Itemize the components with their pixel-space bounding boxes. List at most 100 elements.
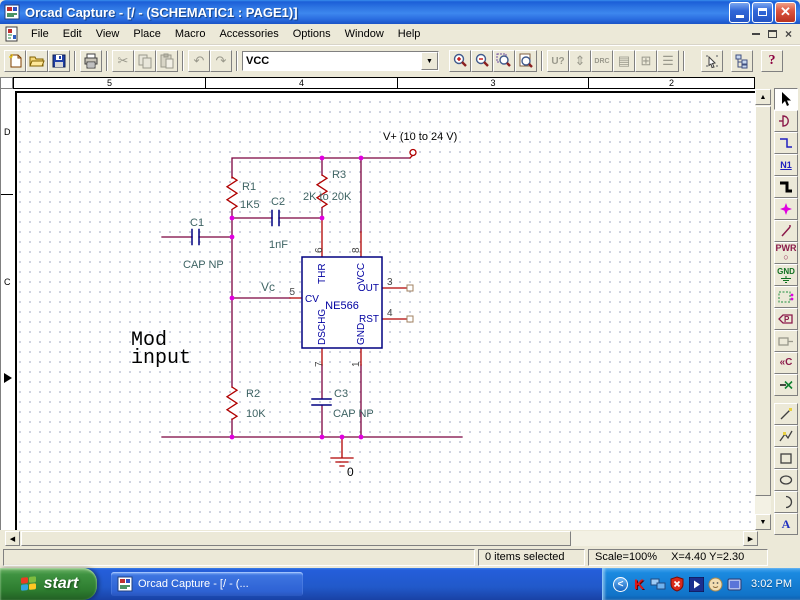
menu-accessories[interactable]: Accessories [212,25,285,43]
help-button[interactable]: ? [761,50,783,72]
place-text-button[interactable]: A [774,513,798,535]
place-hierarchical-pin-button[interactable] [774,330,798,352]
menu-view[interactable]: View [89,25,127,43]
undo-button[interactable]: ↶ [188,50,210,72]
place-hierarchical-block-button[interactable] [774,286,798,308]
place-wire-button[interactable] [774,132,798,154]
place-bus-icon [780,181,792,193]
annotate-icon: U? [551,55,565,67]
pin-number-8: 8 [351,247,362,253]
bill-of-materials-button[interactable]: ☰ [657,50,679,72]
project-manager-button[interactable] [731,50,753,72]
annotate-button[interactable]: U? [547,50,569,72]
place-arc-button[interactable] [774,491,798,513]
kaspersky-tray-icon[interactable]: K [631,576,647,592]
scroll-up-button[interactable]: ▲ [755,89,771,105]
zoom-area-button[interactable] [493,50,515,72]
menu-macro[interactable]: Macro [168,25,213,43]
combo-dropdown-arrow[interactable]: ▼ [421,52,438,70]
place-net-alias-button[interactable]: N1 [774,154,798,176]
document-icon[interactable] [4,26,20,42]
part-search-combo[interactable]: ▼ [242,51,439,71]
place-power-button[interactable]: PWR ○ [774,242,798,264]
scroll-left-button[interactable]: ◀ [5,531,20,546]
r1-ref: R1 [242,181,256,193]
c2-value: 1nF [269,239,288,251]
unconnected-pin-terminals [406,284,414,323]
horizontal-scroll-thumb[interactable] [21,531,571,546]
part-search-input[interactable] [243,52,421,70]
copy-button[interactable] [134,50,156,72]
select-tool-button[interactable] [774,88,798,110]
update-properties-button[interactable]: ⇕ [569,50,591,72]
mdi-restore-icon[interactable] [767,30,777,38]
ic-pin-thr: THR [317,263,328,284]
annotations[interactable]: V+ (10 to 24 V) Mod input 0 [131,131,457,479]
bom-icon: ☰ [662,53,674,68]
menu-window[interactable]: Window [338,25,391,43]
messenger-tray-icon[interactable] [707,576,723,592]
new-document-button[interactable] [4,50,26,72]
menu-place[interactable]: Place [126,25,168,43]
place-text-icon: A [781,516,791,531]
paste-button[interactable] [156,50,178,72]
vertical-scroll-thumb[interactable] [755,106,771,496]
task-app-icon [117,576,133,592]
c3-ref: C3 [334,388,348,400]
minimize-button[interactable] [729,1,750,23]
mdi-minimize-icon[interactable] [751,33,760,35]
place-bus-button[interactable] [774,176,798,198]
snap-to-grid-button[interactable] [701,50,723,72]
taskbar: start Orcad Capture - [/ - (... < K 3:02… [0,568,800,600]
cut-button[interactable]: ✂ [112,50,134,72]
menu-help[interactable]: Help [391,25,428,43]
hide-icons-chevron[interactable]: < [613,576,629,592]
place-rectangle-button[interactable] [774,447,798,469]
zoom-all-button[interactable] [515,50,537,72]
place-no-connect-button[interactable] [774,374,798,396]
schematic-canvas[interactable]: R1 1K5 C2 1nF C1 CAP NP R3 2K to 20K R2 … [13,89,755,530]
zoom-out-button[interactable] [471,50,493,72]
place-junction-button[interactable] [774,198,798,220]
scroll-right-button[interactable]: ▶ [743,531,758,546]
mdi-close-icon[interactable]: × [785,28,792,40]
zoom-in-button[interactable] [449,50,471,72]
menu-options[interactable]: Options [286,25,338,43]
media-player-tray-icon[interactable] [688,576,704,592]
taskbar-clock[interactable]: 3:02 PM [751,578,792,590]
task-label: Orcad Capture - [/ - (... [138,578,249,590]
place-polyline-button[interactable] [774,425,798,447]
create-netlist-button[interactable]: ▤ [613,50,635,72]
place-ellipse-button[interactable] [774,469,798,491]
print-button[interactable] [80,50,102,72]
place-bus-entry-button[interactable] [774,220,798,242]
select-arrow-icon [782,92,791,106]
horizontal-scrollbar[interactable]: ◀ ▶ [5,531,758,546]
security-alert-tray-icon[interactable] [669,576,685,592]
place-hierarchical-port-button[interactable]: P [774,308,798,330]
undo-arrow-icon: ↶ [193,53,205,68]
place-ground-button[interactable]: GND [774,264,798,286]
taskbar-window-button[interactable]: Orcad Capture - [/ - (... [111,572,303,596]
start-button[interactable]: start [0,568,97,600]
cross-reference-button[interactable]: ⊞ [635,50,657,72]
save-document-button[interactable] [48,50,70,72]
design-rules-check-button[interactable]: DRC [591,50,613,72]
restore-button[interactable] [752,1,773,23]
open-document-button[interactable] [26,50,48,72]
scroll-down-button[interactable]: ▼ [755,514,771,530]
vertical-scrollbar[interactable]: ▲ ▼ [755,89,771,530]
redo-button[interactable]: ↷ [210,50,232,72]
place-part-button[interactable] [774,110,798,132]
close-button[interactable]: ✕ [775,1,796,23]
display-settings-tray-icon[interactable] [726,576,742,592]
network-tray-icon[interactable] [650,576,666,592]
zoom-out-icon [475,53,489,67]
start-label: start [43,575,79,592]
help-icon: ? [768,53,776,68]
place-line-button[interactable] [774,403,798,425]
place-off-page-connector-button[interactable]: «C [774,352,798,374]
schematic-drawing[interactable]: R1 1K5 C2 1nF C1 CAP NP R3 2K to 20K R2 … [13,89,755,530]
menu-edit[interactable]: Edit [56,25,89,43]
menu-file[interactable]: File [24,25,56,43]
